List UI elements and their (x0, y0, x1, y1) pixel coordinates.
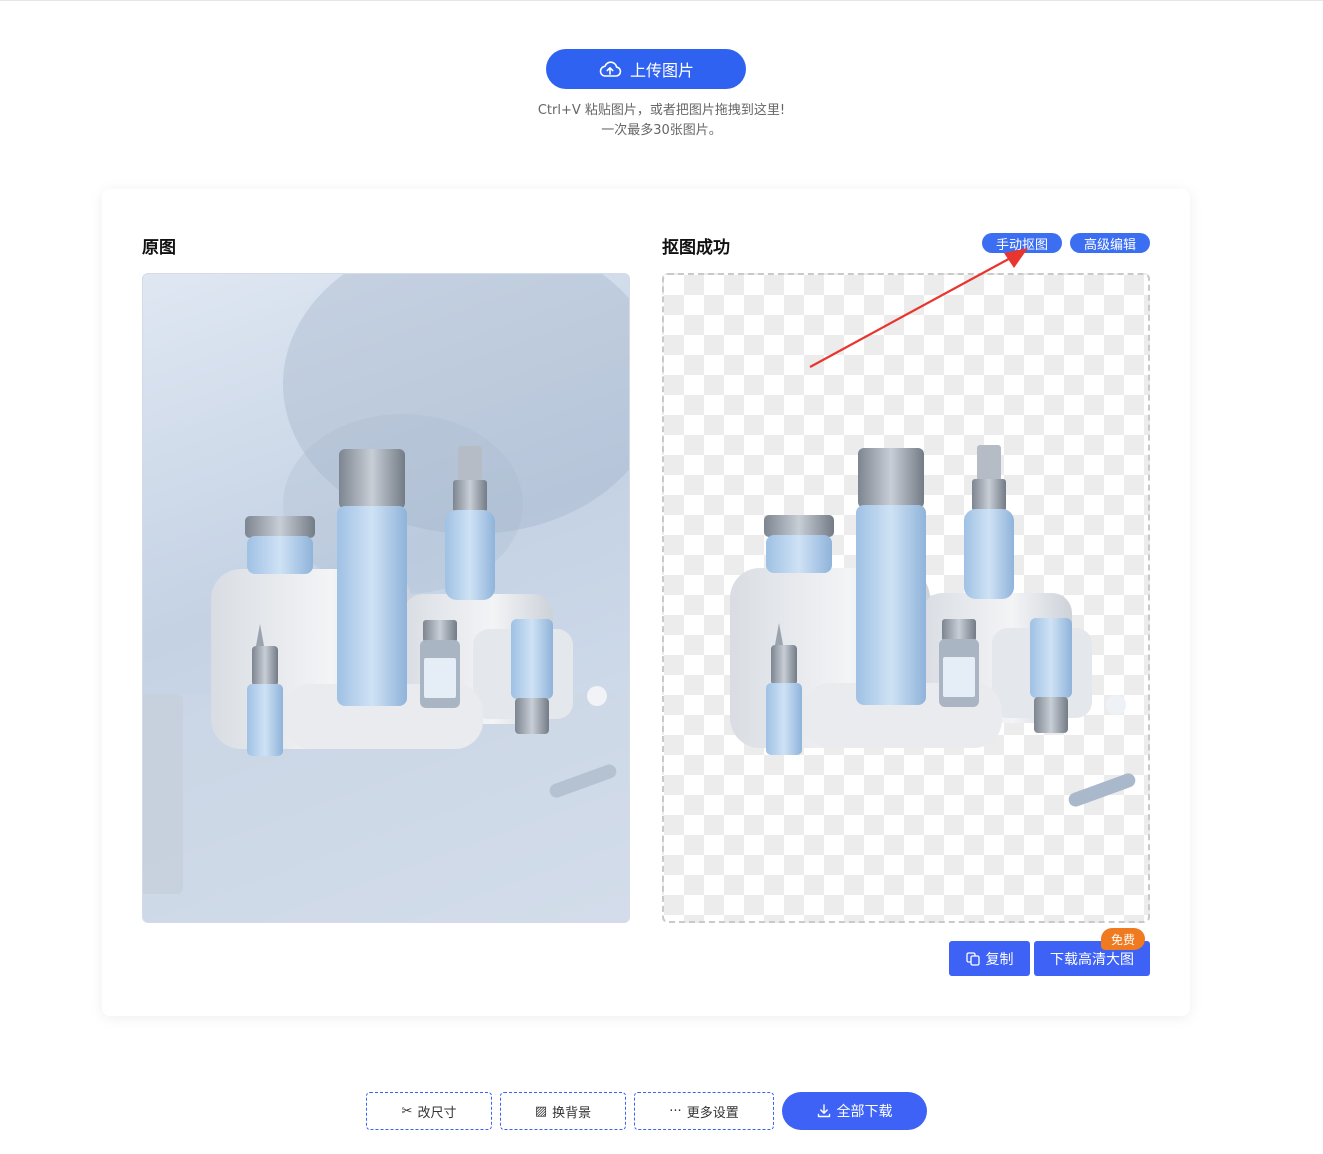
upload-image-button[interactable]: 上传图片 (546, 49, 746, 89)
original-title: 原图 (142, 238, 176, 258)
more-settings-button[interactable]: ··· 更多设置 (634, 1092, 774, 1130)
change-background-button[interactable]: ▨ 换背景 (500, 1092, 626, 1130)
download-hd-label: 下载高清大图 (1050, 951, 1134, 968)
download-icon (817, 1104, 830, 1118)
result-title: 抠图成功 (662, 238, 730, 258)
top-divider (0, 0, 1323, 1)
stripes-icon: ▨ (534, 1103, 548, 1119)
copy-icon (965, 951, 980, 966)
resize-button[interactable]: ✂ 改尺寸 (366, 1092, 492, 1130)
free-badge: 免费 (1101, 928, 1145, 950)
resize-label: 改尺寸 (417, 1105, 457, 1121)
red-annotation-arrow-icon (809, 248, 1028, 368)
advanced-edit-button[interactable]: 高级编辑 (1070, 233, 1150, 253)
ellipsis-icon: ··· (669, 1103, 682, 1119)
upload-hint: Ctrl+V 粘贴图片，或者把图片拖拽到这里! (537, 103, 786, 118)
scissors-icon: ✂ (401, 1103, 413, 1119)
original-image (142, 273, 630, 923)
copy-button[interactable]: 复制 (949, 941, 1030, 976)
download-all-label: 全部下载 (836, 1104, 893, 1120)
download-all-button[interactable]: 全部下载 (782, 1092, 927, 1130)
cloud-upload-icon (599, 61, 622, 77)
more-settings-label: 更多设置 (686, 1105, 739, 1121)
upload-limit-hint: 一次最多30张图片。 (601, 123, 722, 138)
upload-image-label: 上传图片 (629, 61, 694, 80)
change-background-label: 换背景 (552, 1105, 592, 1121)
copy-label: 复制 (985, 951, 1014, 968)
